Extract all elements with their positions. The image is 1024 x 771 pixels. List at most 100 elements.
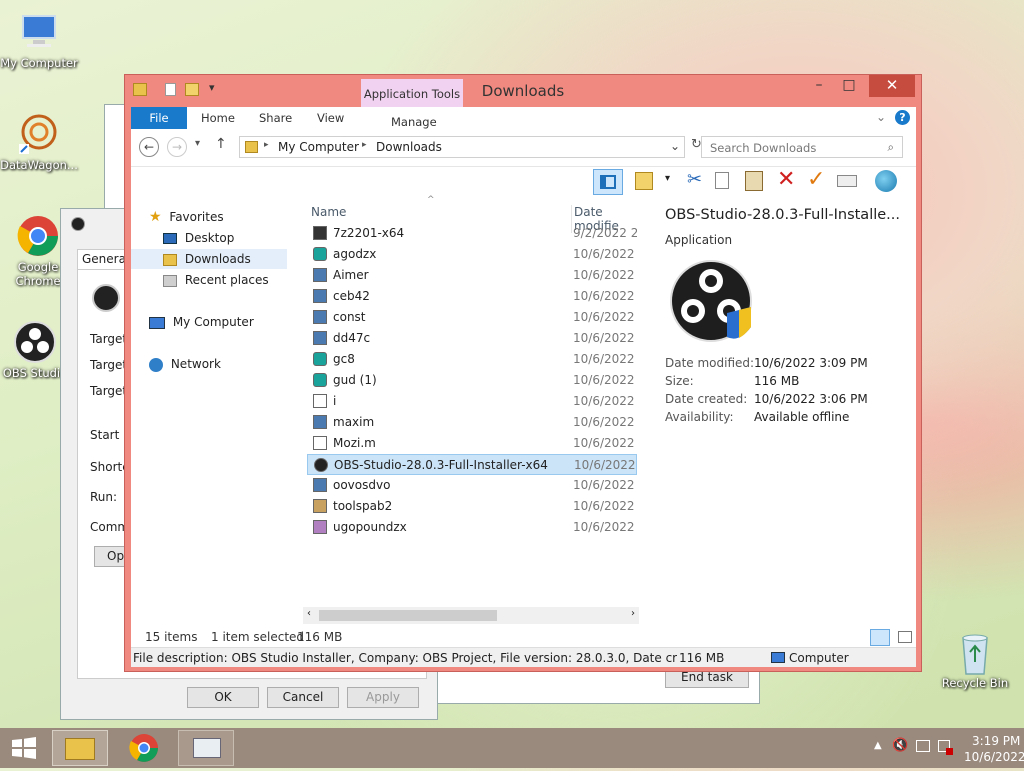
selected-count: 1 item selected [211,630,305,644]
desktop-icon-label: OBS Studio [2,366,68,380]
column-name[interactable]: Name [311,205,346,219]
window-title: Downloads [481,82,565,100]
v-icon [313,352,327,366]
nav-my-computer[interactable]: My Computer [149,312,254,332]
scroll-thumb[interactable] [319,610,497,621]
address-bar[interactable]: ▸ My Computer ▸ Downloads ⌄ [239,136,685,158]
file-date: 10/6/2022 3:0 [574,458,638,472]
nav-favorites[interactable]: ★ Favorites [149,207,224,227]
v-icon [313,373,327,387]
chevron-down-icon[interactable]: ⌄ [670,139,680,153]
properties-icon[interactable] [837,175,857,187]
file-row[interactable]: maxim 10/6/2022 2:5 [307,412,637,433]
taskbar-task-manager[interactable] [178,730,234,766]
network-icon[interactable] [916,740,930,752]
large-icons-view-icon[interactable] [898,631,912,643]
obs-icon [13,320,57,364]
search-input[interactable]: Search Downloads ⌕ [701,136,903,158]
file-row[interactable]: ugopoundzx 10/6/2022 2:5 [307,517,637,538]
props-label: Run: [90,490,118,504]
back-icon[interactable]: ← [139,137,159,157]
file-date: 10/6/2022 2:5 [573,247,637,261]
desktop-icon-label: Recycle Bin [941,676,1009,690]
tab-home[interactable]: Home [201,107,235,129]
close-button[interactable]: ✕ [869,75,915,97]
file-row[interactable]: ceb42 10/6/2022 2:5 [307,286,637,307]
desktop-icon-datawagon[interactable]: DataWagon... [0,112,78,172]
desktop-icon-label: My Computer [0,56,78,70]
file-row[interactable]: Mozi.m 10/6/2022 2:5 [307,433,637,454]
horizontal-scrollbar[interactable]: ‹ › [303,607,639,624]
preview-pane-icon[interactable] [593,169,623,195]
file-row[interactable]: oovosdvo 10/6/2022 3:0 [307,475,637,496]
file-name: maxim [333,415,375,429]
clock-date[interactable]: 10/6/2022 [964,750,1024,764]
tab-share[interactable]: Share [259,107,292,129]
scroll-right-icon[interactable]: › [631,608,635,619]
rename-icon[interactable]: ✓ [807,167,825,192]
minimize-button[interactable]: – [805,75,833,97]
ribbon-tabs: File Home Share View Manage ⌄ ? [131,107,916,129]
breadcrumb-separator: ▸ [264,140,269,150]
paste-icon[interactable] [745,171,763,191]
file-row[interactable]: Aimer 10/6/2022 2:5 [307,265,637,286]
nav-desktop[interactable]: Desktop [163,228,234,248]
sort-chevron-icon: ^ [427,195,435,205]
status-bar: 15 items 1 item selected 116 MB [131,627,916,647]
props-app-icon [92,284,120,312]
nav-label: Favorites [169,210,224,224]
details-view-icon[interactable] [870,629,890,646]
forward-icon[interactable]: → [167,137,187,157]
ok-button[interactable]: OK [187,687,259,708]
volume-muted-icon[interactable]: 🔇 [892,738,908,753]
nav-label: Recent places [184,273,269,287]
globe-icon[interactable] [875,170,897,192]
help-icon[interactable]: ? [895,110,910,125]
clock-time[interactable]: 3:19 PM [972,734,1020,748]
file-row[interactable]: gud (1) 10/6/2022 2:5 [307,370,637,391]
nav-network[interactable]: Network [149,354,221,374]
breadcrumb-downloads[interactable]: Downloads [376,140,442,154]
recent-locations-icon[interactable]: ▾ [195,138,200,149]
tab-view[interactable]: View [317,107,344,129]
file-row[interactable]: OBS-Studio-28.0.3-Full-Installer-x64 10/6… [307,454,638,475]
computer-icon [17,10,61,54]
file-row[interactable]: gc8 10/6/2022 2:5 [307,349,637,370]
nav-downloads[interactable]: Downloads [131,249,287,269]
scroll-left-icon[interactable]: ‹ [307,608,311,619]
desktop-icon-recycle-bin[interactable]: Recycle Bin [936,630,1014,690]
folder-options-icon[interactable] [635,172,653,190]
task-manager-icon [193,738,221,758]
file-date: 10/6/2022 2:5 [573,289,637,303]
breadcrumb-my-computer[interactable]: My Computer [278,140,359,154]
desktop-icon-my-computer[interactable]: My Computer [0,10,78,70]
address-row: ← → ▾ ↑ ▸ My Computer ▸ Downloads ⌄ ↻ Se… [131,129,916,167]
file-row[interactable]: agodzx 10/6/2022 2:5 [307,244,637,265]
action-center-icon[interactable] [938,740,953,755]
search-placeholder: Search Downloads [710,141,817,155]
file-row[interactable]: i 10/6/2022 2:5 [307,391,637,412]
datawagon-icon [17,112,61,156]
tab-file[interactable]: File [131,107,187,129]
maximize-button[interactable]: □ [835,75,863,97]
chevron-down-icon[interactable]: ▾ [665,173,670,184]
cancel-button[interactable]: Cancel [267,687,339,708]
file-row[interactable]: const 10/6/2022 2:5 [307,307,637,328]
up-icon[interactable]: ↑ [215,136,227,152]
cut-icon[interactable]: ✂ [687,169,702,190]
nav-label: Desktop [184,231,235,245]
apply-button[interactable]: Apply [347,687,419,708]
delete-icon[interactable]: ✕ [777,167,795,192]
nav-recent-places[interactable]: Recent places [163,270,269,290]
taskbar-chrome[interactable] [116,730,172,766]
file-row[interactable]: toolspab2 10/6/2022 2:5 [307,496,637,517]
breadcrumb-separator: ▸ [362,140,367,150]
properties-icon [71,217,85,231]
file-row[interactable]: dd47c 10/6/2022 2:5 [307,328,637,349]
copy-icon[interactable] [715,172,729,189]
show-hidden-icons[interactable]: ▲ [874,740,882,751]
taskbar-explorer[interactable] [52,730,108,766]
start-button[interactable] [0,728,48,768]
file-row[interactable]: 7z2201-x64 9/2/2022 2:14 [307,223,637,244]
chevron-down-icon[interactable]: ⌄ [876,110,886,124]
